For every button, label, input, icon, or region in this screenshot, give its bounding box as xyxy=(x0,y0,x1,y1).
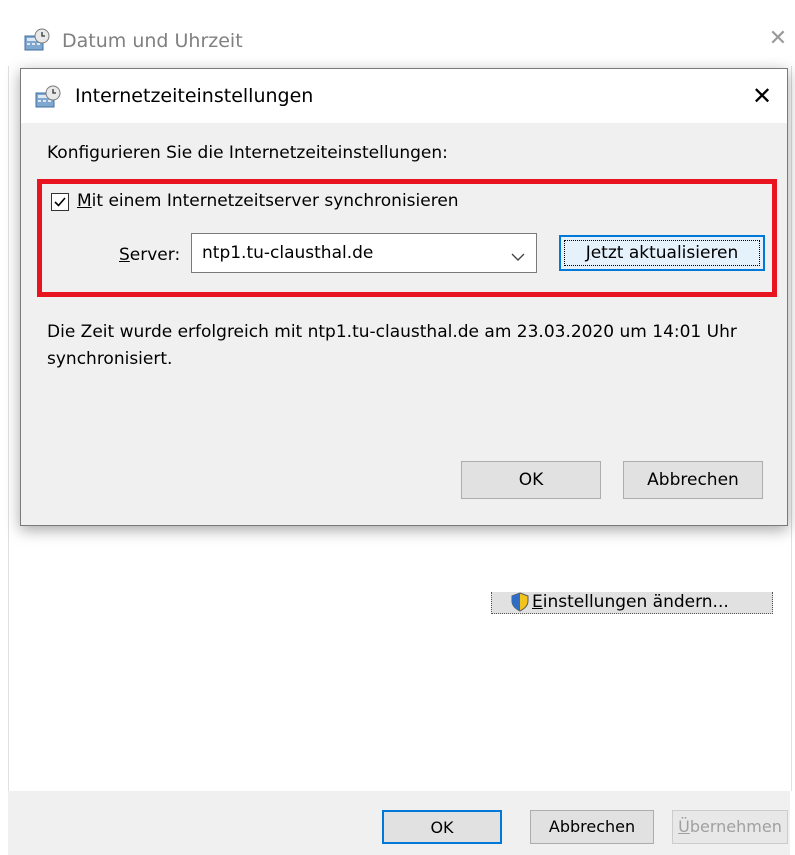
outer-cancel-button[interactable]: Abbrechen xyxy=(530,810,654,844)
sync-checkbox-label[interactable]: Mit einem Internetzeitserver synchronisi… xyxy=(77,191,459,211)
server-value: ntp1.tu-clausthal.de xyxy=(202,243,374,263)
dialog-close-button[interactable]: ✕ xyxy=(747,81,777,111)
instruction-text: Konfigurieren Sie die Internetzeiteinste… xyxy=(47,143,448,163)
outer-footer-bar: OK Abbrechen Übernehmen xyxy=(8,791,790,855)
dialog-body: Konfigurieren Sie die Internetzeiteinste… xyxy=(21,123,787,525)
apply-button[interactable]: Übernehmen xyxy=(672,810,788,844)
internet-time-settings-dialog: Internetzeiteinstellungen ✕ Konfiguriere… xyxy=(20,68,788,526)
clock-settings-icon xyxy=(35,85,61,109)
dialog-ok-button[interactable]: OK xyxy=(461,461,601,499)
server-combobox[interactable]: ntp1.tu-clausthal.de xyxy=(191,233,537,273)
dialog-title-bar: Internetzeiteinstellungen ✕ xyxy=(21,69,787,123)
outer-title-bar: Datum und Uhrzeit ✕ xyxy=(0,22,795,58)
clock-settings-icon xyxy=(24,28,50,52)
change-settings-label: Einstellungen ändern... xyxy=(532,592,729,612)
checkmark-icon xyxy=(54,197,66,207)
server-label: Server: xyxy=(119,245,181,265)
outer-window-title: Datum und Uhrzeit xyxy=(62,30,243,52)
change-settings-button[interactable]: Einstellungen ändern... xyxy=(491,592,773,614)
outer-close-button[interactable]: ✕ xyxy=(766,26,790,52)
outer-ok-button[interactable]: OK xyxy=(382,810,502,844)
dialog-cancel-button[interactable]: Abbrechen xyxy=(623,461,763,499)
chevron-down-icon[interactable] xyxy=(510,248,526,261)
dialog-title: Internetzeiteinstellungen xyxy=(75,85,314,107)
sync-status-text: Die Zeit wurde erfolgreich mit ntp1.tu-c… xyxy=(47,322,737,369)
uac-shield-icon xyxy=(510,592,530,612)
sync-checkbox[interactable] xyxy=(51,193,69,211)
update-now-button[interactable]: Jetzt aktualisieren xyxy=(559,235,765,271)
